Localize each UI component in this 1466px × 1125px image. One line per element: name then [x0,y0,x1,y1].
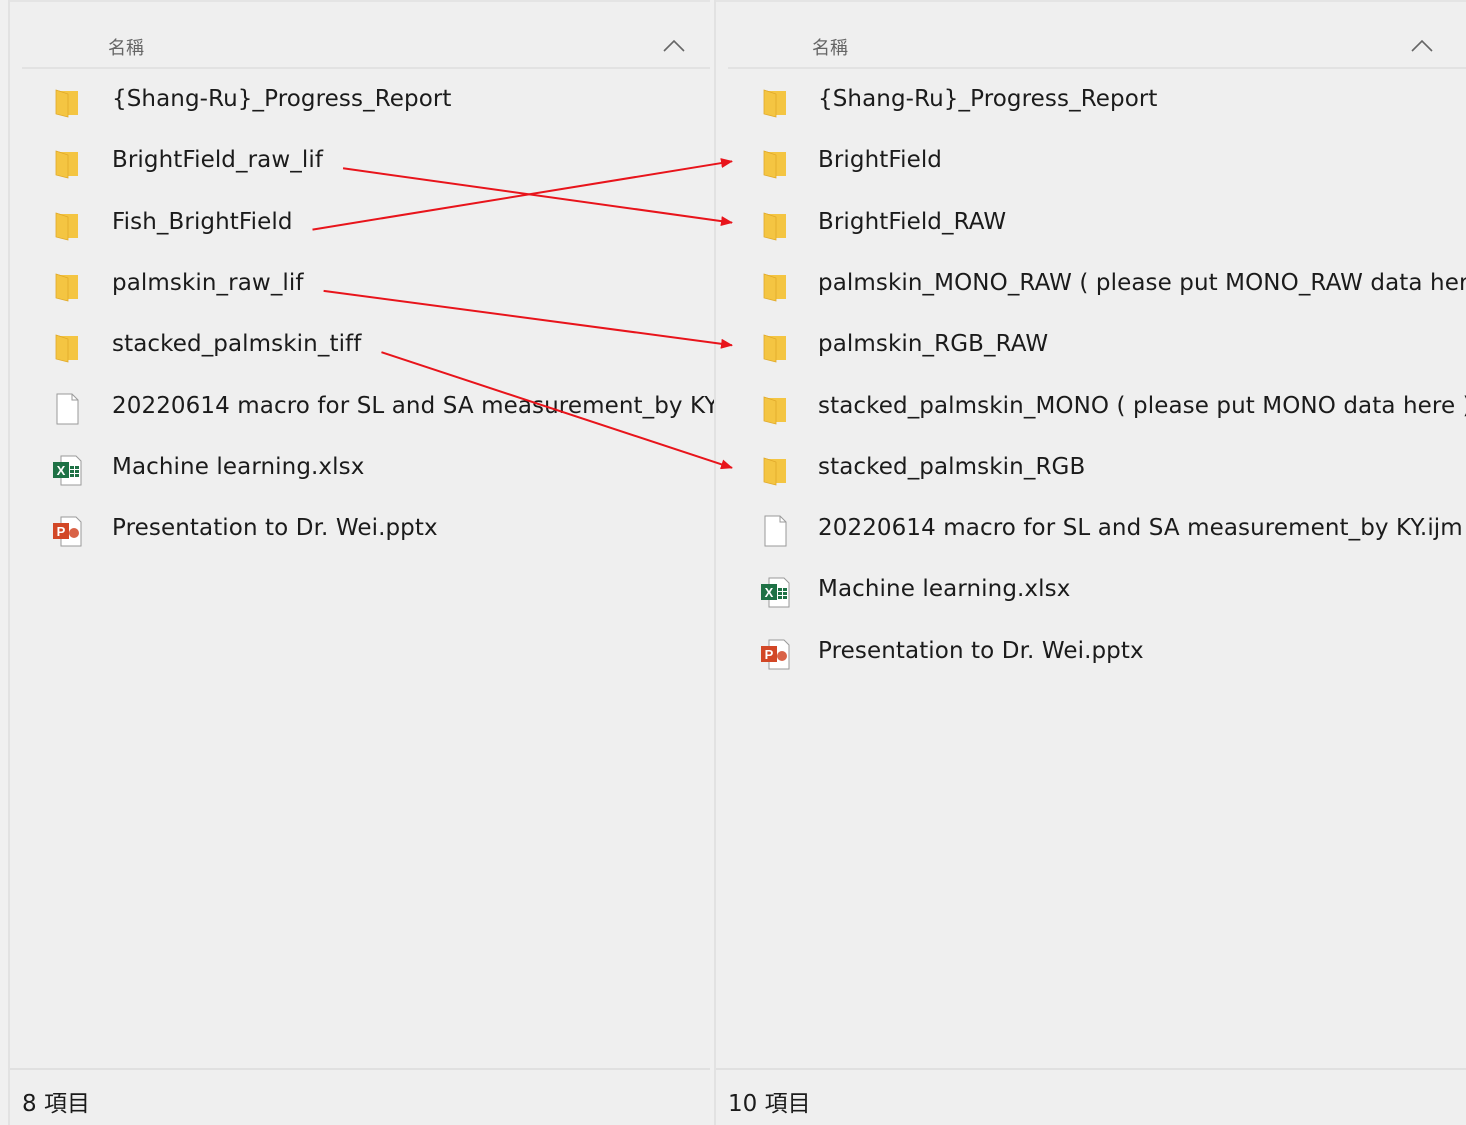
file-icon [52,393,82,425]
folder-row[interactable]: BrightField [716,133,1466,193]
item-name: stacked_palmskin_RGB [818,453,1086,480]
file-row[interactable]: X Machine learning.xlsx [716,562,1466,622]
file-row[interactable]: 20220614 macro for SL and SA measurement… [10,379,757,439]
item-name: Presentation to Dr. Wei.pptx [112,515,438,542]
item-name: Machine learning.xlsx [818,576,1071,603]
name-column-label: 名稱 [108,38,144,59]
file-row[interactable]: P Presentation to Dr. Wei.pptx [10,501,710,561]
right-explorer-pane: 名稱 {Shang-Ru}_Progress_Report BrightField… [714,0,1466,1125]
file-row[interactable]: X Machine learning.xlsx [10,440,710,500]
header-divider [728,67,1466,69]
folder-icon [760,209,790,241]
folder-icon [760,454,790,486]
folder-icon [52,209,82,241]
folder-icon [760,393,790,425]
sort-ascending-icon[interactable] [1410,36,1434,56]
folder-icon [52,86,82,118]
folder-icon [760,147,790,179]
folder-row[interactable]: BrightField_RAW [716,195,1466,255]
folder-icon [52,331,82,363]
folder-row[interactable]: {Shang-Ru}_Progress_Report [716,72,1466,132]
header-divider [22,67,710,69]
folder-row[interactable]: stacked_palmskin_MONO ( please put MONO … [716,379,1466,439]
folder-icon [760,270,790,302]
folder-row[interactable]: BrightField_raw_lif [10,133,710,193]
folder-row[interactable]: palmskin_MONO_RAW ( please put MONO_RAW … [716,256,1466,316]
item-count-status: 8 項目 [22,1091,90,1117]
svg-text:P: P [57,524,66,539]
file-icon [760,515,790,547]
folder-icon [52,270,82,302]
item-name: BrightField [818,147,943,174]
status-divider [716,1068,1466,1070]
item-name: stacked_palmskin_tiff [112,331,362,358]
excel-icon: X [52,454,82,486]
item-name: Fish_BrightField [112,208,293,235]
item-name: BrightField_RAW [818,208,1007,235]
item-name: Machine learning.xlsx [112,453,365,480]
pane-top-border [10,0,710,2]
folder-row[interactable]: Fish_BrightField [10,195,710,255]
item-name: BrightField_raw_lif [112,147,324,174]
name-column-header[interactable]: 名稱 [716,32,1466,68]
pane-top-border [716,0,1466,2]
left-explorer-pane: 名稱 {Shang-Ru}_Progress_Report BrightField… [8,0,757,1125]
excel-icon: X [760,576,790,608]
folder-row[interactable]: stacked_palmskin_tiff [10,317,710,377]
file-row[interactable]: P Presentation to Dr. Wei.pptx [716,624,1466,684]
item-name: {Shang-Ru}_Progress_Report [112,86,452,112]
folder-row[interactable]: {Shang-Ru}_Progress_Report [10,72,710,132]
folder-icon [760,331,790,363]
folder-row[interactable]: stacked_palmskin_RGB [716,440,1466,500]
item-name: palmskin_raw_lif [112,269,304,296]
item-name: stacked_palmskin_MONO ( please put MONO … [818,392,1466,419]
item-count-status: 10 項目 [728,1091,811,1117]
name-column-header[interactable]: 名稱 [10,32,710,68]
item-name: Presentation to Dr. Wei.pptx [818,637,1144,664]
folder-row[interactable]: palmskin_raw_lif [10,256,710,316]
powerpoint-icon: P [52,515,82,547]
svg-text:X: X [57,463,66,478]
folder-icon [760,86,790,118]
svg-text:X: X [765,585,774,600]
powerpoint-icon: P [760,638,790,670]
folder-row[interactable]: palmskin_RGB_RAW [716,317,1466,377]
item-name: 20220614 macro for SL and SA measurement… [818,515,1463,542]
name-column-label: 名稱 [812,38,848,59]
status-divider [10,1068,710,1070]
sort-ascending-icon[interactable] [662,36,686,56]
folder-icon [52,147,82,179]
item-name: palmskin_MONO_RAW ( please put MONO_RAW … [818,269,1466,296]
file-row[interactable]: 20220614 macro for SL and SA measurement… [716,501,1466,561]
item-name: palmskin_RGB_RAW [818,331,1049,358]
item-name: 20220614 macro for SL and SA measurement… [112,392,757,419]
item-name: {Shang-Ru}_Progress_Report [818,86,1158,112]
svg-text:P: P [765,647,774,662]
